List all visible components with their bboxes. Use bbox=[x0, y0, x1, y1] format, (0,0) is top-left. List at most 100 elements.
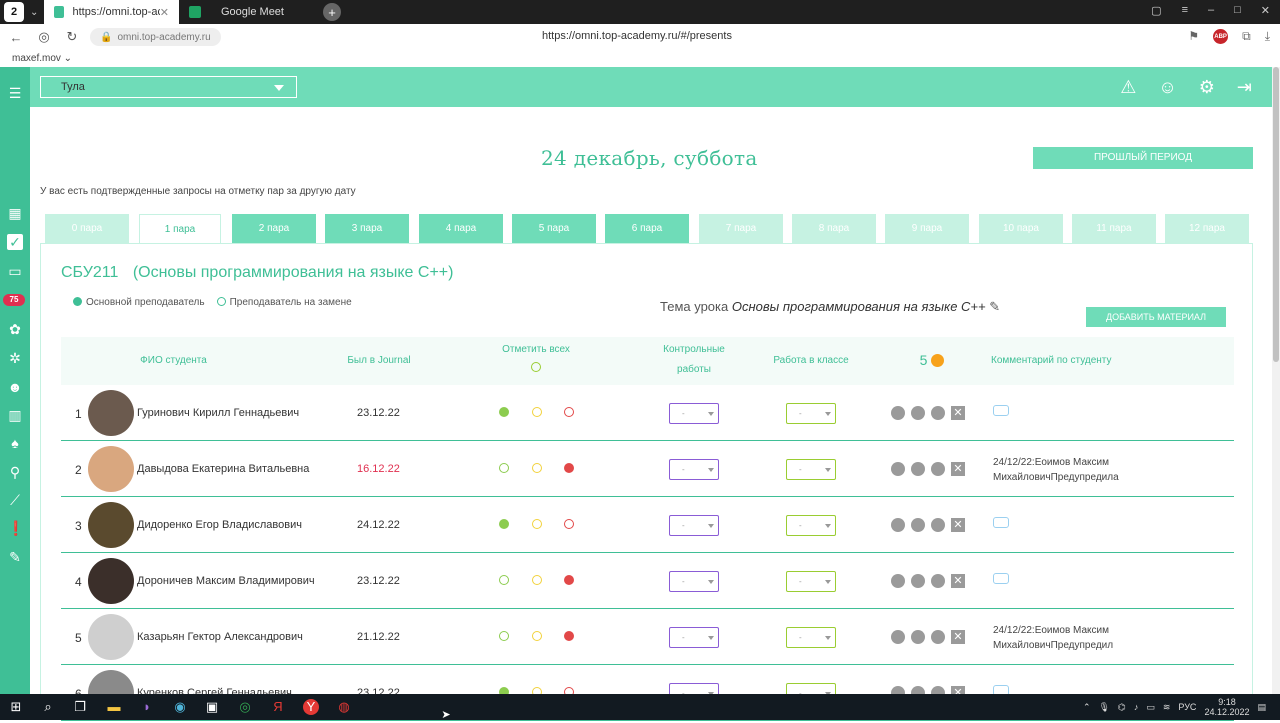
maximize-icon[interactable]: □ bbox=[1234, 4, 1241, 17]
warning-icon[interactable]: ⚠ bbox=[1120, 77, 1136, 98]
tests-select[interactable]: - bbox=[669, 515, 719, 536]
coin-1-icon[interactable] bbox=[891, 518, 905, 532]
absent-dot-icon[interactable] bbox=[564, 631, 574, 641]
yandex-icon[interactable]: Я bbox=[270, 699, 286, 715]
folder-icon[interactable]: ▬ bbox=[106, 699, 122, 715]
wifi-icon[interactable]: ≋ bbox=[1163, 702, 1171, 713]
settings-cog-icon[interactable]: ✲ bbox=[7, 350, 23, 366]
search-icon[interactable]: ⌕ bbox=[40, 699, 56, 715]
clock[interactable]: 9:18 24.12.2022 bbox=[1204, 697, 1249, 717]
coin-2-icon[interactable] bbox=[911, 574, 925, 588]
coin-cancel-icon[interactable]: ✕ bbox=[951, 406, 965, 420]
extensions-icon[interactable]: ⧉ bbox=[1242, 29, 1251, 44]
windows-start-icon[interactable]: ⊞ bbox=[8, 699, 24, 715]
tab-pair-3[interactable]: 3 пара bbox=[325, 214, 409, 243]
tab-pair-12[interactable]: 12 пара bbox=[1165, 214, 1249, 243]
comment-icon[interactable] bbox=[993, 517, 1009, 528]
present-dot-icon[interactable] bbox=[499, 519, 509, 529]
page-scrollbar[interactable] bbox=[1272, 67, 1280, 694]
smiley-icon[interactable]: ☺ bbox=[1158, 77, 1176, 98]
coin-cancel-icon[interactable]: ✕ bbox=[951, 462, 965, 476]
alert-icon[interactable]: ❗ bbox=[7, 520, 24, 536]
network-icon[interactable]: ⌬ bbox=[1118, 702, 1126, 713]
chevron-down-icon[interactable]: ⌄ bbox=[30, 7, 44, 18]
visual-studio-icon[interactable]: ◗ bbox=[139, 699, 155, 715]
student-name[interactable]: Казарьян Гектор Александрович bbox=[137, 631, 303, 643]
coin-cancel-icon[interactable]: ✕ bbox=[951, 574, 965, 588]
absent-dot-icon[interactable] bbox=[564, 407, 574, 417]
tab-pair-7[interactable]: 7 пара bbox=[699, 214, 783, 243]
coin-2-icon[interactable] bbox=[911, 406, 925, 420]
volume-icon[interactable]: ♪ bbox=[1134, 702, 1139, 712]
app-icon[interactable]: ◉ bbox=[172, 699, 188, 715]
bookmark-item[interactable]: maxef.mov ⌄ bbox=[12, 53, 72, 64]
chevron-up-icon[interactable]: ⌃ bbox=[1083, 702, 1091, 713]
tab-pair-11[interactable]: 11 пара bbox=[1072, 214, 1156, 243]
pencil-icon[interactable]: ✎ bbox=[989, 299, 1000, 314]
pen-icon[interactable]: ✎ bbox=[7, 549, 23, 565]
adblock-icon[interactable]: ABP bbox=[1213, 29, 1229, 44]
close-icon[interactable]: ✕ bbox=[160, 6, 169, 19]
url-pill[interactable]: 🔒 omni.top-academy.ru bbox=[90, 28, 221, 46]
coin-1-icon[interactable] bbox=[891, 574, 905, 588]
chrome-icon[interactable]: ◎ bbox=[237, 699, 253, 715]
student-name[interactable]: Дидоренко Егор Владиславович bbox=[137, 519, 302, 531]
back-arrow-icon[interactable]: ← bbox=[4, 30, 28, 45]
attendance-check-icon[interactable]: ✓ bbox=[7, 234, 23, 250]
chart-icon[interactable]: ⟋ bbox=[7, 492, 23, 508]
close-window-icon[interactable]: ✕ bbox=[1261, 4, 1270, 17]
tab-pair-9[interactable]: 9 пара bbox=[885, 214, 969, 243]
class-work-select[interactable]: - bbox=[786, 515, 836, 536]
logout-icon[interactable]: ⇥ bbox=[1237, 77, 1252, 98]
tab-pair-10[interactable]: 10 пара bbox=[979, 214, 1063, 243]
tab-pair-4[interactable]: 4 пара bbox=[419, 214, 503, 243]
tab-pair-8[interactable]: 8 пара bbox=[792, 214, 876, 243]
present-dot-icon[interactable] bbox=[499, 631, 509, 641]
present-dot-icon[interactable] bbox=[499, 463, 509, 473]
late-dot-icon[interactable] bbox=[532, 463, 542, 473]
class-work-select[interactable]: - bbox=[786, 403, 836, 424]
tab-pair-2[interactable]: 2 пара bbox=[232, 214, 316, 243]
language-indicator[interactable]: РУС bbox=[1178, 702, 1196, 712]
add-material-button[interactable]: Добавить материал bbox=[1086, 307, 1226, 327]
shield-icon[interactable]: ◎ bbox=[32, 29, 56, 45]
tab-omni[interactable]: https://omni.top-academ ✕ bbox=[44, 0, 179, 24]
monitor-icon[interactable]: ▭ bbox=[7, 263, 23, 279]
download-icon[interactable]: ⤓ bbox=[1265, 29, 1270, 44]
coin-cancel-icon[interactable]: ✕ bbox=[951, 630, 965, 644]
yandex-browser-icon[interactable]: Y bbox=[303, 699, 319, 715]
present-dot-icon[interactable] bbox=[499, 575, 509, 585]
coin-3-icon[interactable] bbox=[931, 630, 945, 644]
notification-badge[interactable]: 75 bbox=[3, 294, 25, 306]
class-work-select[interactable]: - bbox=[786, 459, 836, 480]
class-work-select[interactable]: - bbox=[786, 627, 836, 648]
gear-icon[interactable]: ⚙ bbox=[1199, 77, 1215, 98]
student-comment[interactable]: 24/12/22:Еоимов Максим МихайловичПредупр… bbox=[993, 455, 1133, 485]
coin-3-icon[interactable] bbox=[931, 518, 945, 532]
menu-icon[interactable]: ☰ bbox=[7, 85, 23, 101]
tab-pair-6[interactable]: 6 пара bbox=[605, 214, 689, 243]
users-icon[interactable]: ☻ bbox=[7, 379, 23, 395]
tab-google-meet[interactable]: Google Meet bbox=[179, 0, 315, 24]
absent-dot-icon[interactable] bbox=[564, 575, 574, 585]
tests-select[interactable]: - bbox=[669, 459, 719, 480]
task-view-icon[interactable]: ❐ bbox=[72, 699, 88, 715]
comment-icon[interactable] bbox=[993, 405, 1009, 416]
grid-icon[interactable]: ▥ bbox=[7, 407, 23, 423]
comment-icon[interactable] bbox=[993, 573, 1009, 584]
coin-3-icon[interactable] bbox=[931, 406, 945, 420]
display-icon[interactable]: ▭ bbox=[1146, 702, 1155, 713]
student-name[interactable]: Гуринович Кирилл Геннадьевич bbox=[137, 407, 299, 419]
tab-pair-1[interactable]: 1 пара bbox=[139, 214, 221, 245]
coin-3-icon[interactable] bbox=[931, 574, 945, 588]
absent-dot-icon[interactable] bbox=[564, 463, 574, 473]
student-name[interactable]: Дороничев Максим Владимирович bbox=[137, 575, 315, 587]
student-name[interactable]: Давыдова Екатерина Витальевна bbox=[137, 463, 309, 475]
coin-1-icon[interactable] bbox=[891, 406, 905, 420]
tab-pair-0[interactable]: 0 пара bbox=[45, 214, 129, 243]
tabs-icon[interactable]: ▢ bbox=[1151, 4, 1161, 17]
present-dot-icon[interactable] bbox=[499, 407, 509, 417]
recorder-icon[interactable]: ◍ bbox=[336, 699, 352, 715]
url-full[interactable]: https://omni.top-academy.ru/#/presents bbox=[542, 30, 732, 42]
tab-counter[interactable]: 2 bbox=[4, 2, 24, 22]
